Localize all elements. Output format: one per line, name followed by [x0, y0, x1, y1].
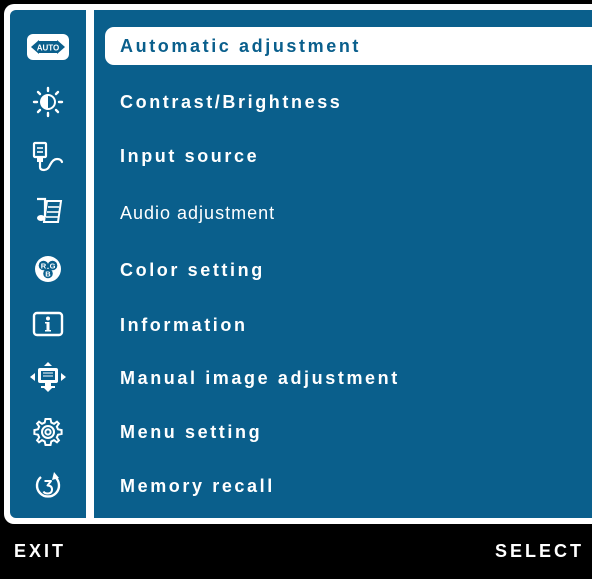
recall-icon[interactable] — [18, 466, 78, 506]
gear-icon[interactable] — [18, 412, 78, 452]
menu-item-audio-adjustment[interactable]: Audio adjustment — [105, 193, 592, 233]
auto-icon[interactable]: AUTO — [18, 27, 78, 67]
menu-item-manual-image-adjustment[interactable]: Manual image adjustment — [105, 358, 592, 398]
rgb-icon-b: B — [45, 269, 51, 278]
input-source-icon[interactable] — [18, 136, 78, 176]
audio-icon[interactable] — [18, 191, 78, 231]
image-adjust-icon[interactable] — [18, 357, 78, 397]
rgb-color-icon[interactable]: R G B — [18, 249, 78, 289]
brightness-icon[interactable] — [18, 82, 78, 122]
osd-menu: AUTO R G B Automatic adjustment Contrast… — [0, 0, 592, 579]
exit-button[interactable]: EXIT — [14, 541, 66, 562]
menu-item-automatic-adjustment[interactable]: Automatic adjustment — [105, 27, 592, 65]
menu-item-color-setting[interactable]: Color setting — [105, 250, 592, 290]
info-icon[interactable] — [18, 304, 78, 344]
divider — [86, 10, 94, 518]
footer-bar: EXIT SELECT — [0, 524, 592, 579]
menu-item-contrast-brightness[interactable]: Contrast/Brightness — [105, 82, 592, 122]
menu-item-information[interactable]: Information — [105, 305, 592, 345]
auto-icon-text: AUTO — [37, 44, 60, 53]
menu-item-menu-setting[interactable]: Menu setting — [105, 412, 592, 452]
menu-item-input-source[interactable]: Input source — [105, 136, 592, 176]
menu-item-memory-recall[interactable]: Memory recall — [105, 466, 592, 506]
select-button[interactable]: SELECT — [495, 541, 584, 562]
